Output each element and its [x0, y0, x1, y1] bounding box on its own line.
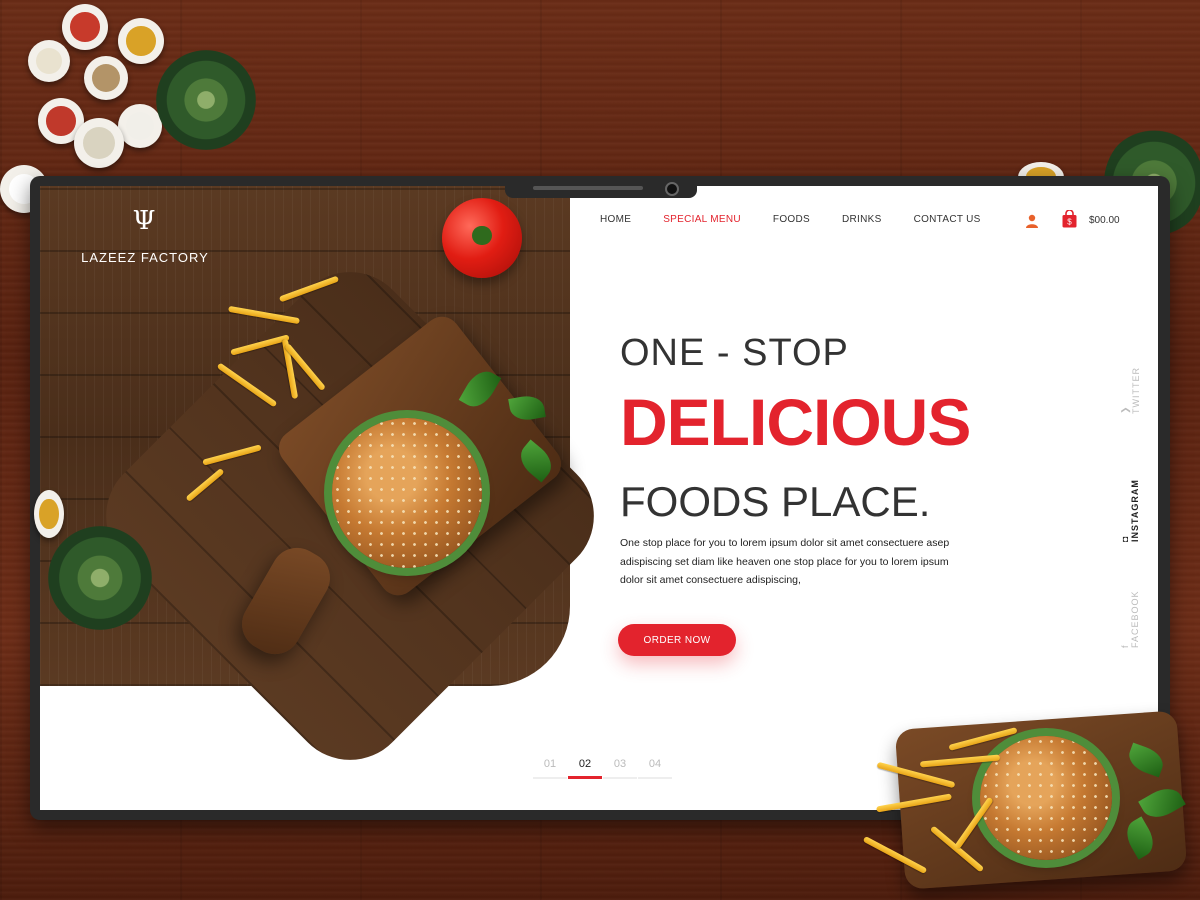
- cutlery-logo-icon: Ψ: [132, 206, 158, 236]
- nav-item-drinks[interactable]: DRINKS: [842, 214, 882, 225]
- nav-item-home[interactable]: HOME: [600, 214, 631, 225]
- nav-item-foods[interactable]: FOODS: [773, 214, 810, 225]
- nav-item-special-menu[interactable]: SPECIAL MENU: [663, 214, 741, 225]
- twitter-icon: ❯: [1120, 405, 1130, 414]
- succulent-plant-decoration: [156, 50, 256, 150]
- user-icon[interactable]: [1025, 214, 1039, 228]
- pager-item-active[interactable]: 02: [568, 758, 602, 779]
- order-now-button[interactable]: ORDER NOW: [618, 624, 736, 656]
- facebook-icon: f: [1120, 644, 1130, 648]
- pager-item[interactable]: 01: [533, 758, 567, 779]
- social-instagram-label: INSTAGRAM: [1130, 479, 1140, 542]
- spice-bowl-decoration: [34, 490, 64, 538]
- main-navigation: HOME SPECIAL MENU FOODS DRINKS CONTACT U…: [600, 214, 981, 225]
- pager-item[interactable]: 03: [603, 758, 637, 779]
- hero-heading-line1: ONE - STOP: [620, 332, 849, 374]
- social-twitter-label: TWITTER: [1131, 367, 1141, 414]
- hero-description: One stop place for you to lorem ipsum do…: [620, 537, 950, 586]
- pager-item[interactable]: 04: [638, 758, 672, 779]
- monitor-camera-notch: [505, 176, 697, 198]
- nav-item-contact-us[interactable]: CONTACT US: [914, 214, 981, 225]
- burger-image: [980, 736, 1112, 860]
- tomato-image: [442, 198, 522, 278]
- hero-heading-highlight: DELICIOUS: [620, 385, 971, 459]
- notch-bar: [533, 186, 643, 190]
- cart-total: $00.00: [1089, 215, 1120, 226]
- brand-logo[interactable]: Ψ LAZEEZ FACTORY: [70, 206, 220, 265]
- svg-text:$: $: [1067, 218, 1072, 227]
- camera-icon: [665, 182, 679, 196]
- social-link-instagram[interactable]: ◘ INSTAGRAM: [1120, 479, 1140, 542]
- succulent-plant-decoration: [48, 526, 152, 630]
- burger-image: [332, 418, 482, 568]
- social-link-twitter[interactable]: ❯ TWITTER: [1120, 367, 1141, 414]
- hero-heading-line3: FOODS PLACE.: [620, 478, 931, 525]
- brand-name: LAZEEZ FACTORY: [81, 250, 209, 265]
- instagram-icon: ◘: [1120, 535, 1130, 542]
- website-screen: Ψ LAZEEZ FACTORY HOME SPECIAL MENU FOODS…: [40, 186, 1158, 810]
- social-facebook-label: FACEBOOK: [1130, 590, 1140, 648]
- social-link-facebook[interactable]: f FACEBOOK: [1120, 590, 1140, 648]
- slide-pager: 01 02 03 04: [533, 758, 673, 779]
- shopping-bag-icon[interactable]: $: [1062, 210, 1077, 228]
